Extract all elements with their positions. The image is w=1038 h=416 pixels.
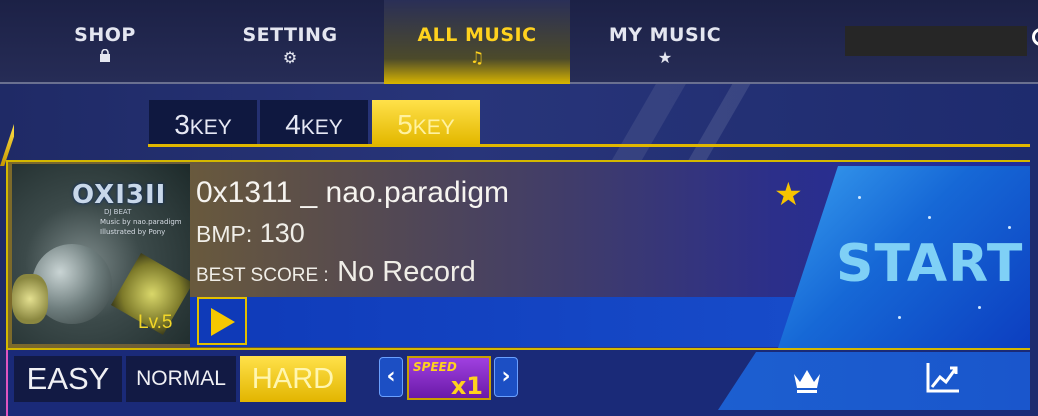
tab-label: ALL MUSIC — [417, 24, 537, 46]
sparkle — [858, 196, 861, 199]
chevron-right-icon: › — [501, 364, 511, 389]
best-score-label: BEST SCORE : — [196, 265, 329, 286]
star-icon: ★ — [657, 48, 673, 67]
music-note-icon: ♫ — [469, 48, 485, 67]
favorite-star-icon[interactable]: ★ — [774, 178, 803, 210]
speed-increase-button[interactable]: › — [494, 357, 518, 397]
key-label: KEY — [300, 116, 343, 139]
play-icon — [211, 308, 235, 336]
top-nav: SHOP SETTING ⚙ ALL MUSIC ♫ MY MUSIC ★ — [0, 0, 1038, 84]
tab-my-music[interactable]: MY MUSIC ★ — [598, 0, 732, 84]
tab-shop[interactable]: SHOP — [40, 0, 170, 84]
stats-chart-icon[interactable] — [924, 360, 962, 396]
jacket-credit-illust: Illustrated by Pony — [100, 228, 166, 236]
sparkle — [898, 316, 901, 319]
bmp-value: 130 — [259, 218, 305, 248]
difficulty-hard[interactable]: HARD — [240, 356, 346, 402]
shopping-bag-icon — [40, 48, 170, 67]
difficulty-easy[interactable]: EASY — [14, 356, 122, 402]
gear-icon: ⚙ — [282, 48, 298, 67]
tab-5key[interactable]: 5KEY — [372, 100, 480, 144]
crown-icon[interactable] — [790, 362, 824, 396]
profile-box[interactable] — [845, 26, 1027, 56]
corner-circle-icon[interactable] — [1032, 28, 1038, 46]
bmp-label: BMP: — [196, 221, 253, 247]
bmp-row: BMP: 130 — [196, 218, 305, 249]
preview-play-button[interactable] — [197, 297, 247, 345]
rank-panel — [718, 352, 1030, 410]
key-number: 5 — [397, 109, 413, 140]
speed-decrease-button[interactable]: ‹ — [379, 357, 403, 397]
tab-3key[interactable]: 3KEY — [149, 100, 257, 144]
sparkle — [928, 216, 931, 219]
song-title: 0x1311 _ nao.paradigm — [196, 176, 510, 209]
tab-label: SETTING — [242, 24, 338, 46]
key-tabs-underline — [148, 144, 1030, 147]
jacket-subtitle: DJ BEAT — [104, 208, 132, 216]
chevron-left-icon: ‹ — [386, 364, 396, 389]
jacket-title: OXI3II — [72, 180, 167, 210]
tab-label: MY MUSIC — [608, 24, 722, 46]
best-score-value: No Record — [337, 256, 476, 288]
jacket-art — [12, 274, 48, 324]
sparkle — [978, 306, 981, 309]
tab-all-music[interactable]: ALL MUSIC ♫ — [384, 0, 570, 84]
best-score-row: BEST SCORE : No Record — [196, 256, 476, 289]
tab-setting[interactable]: SETTING ⚙ — [225, 0, 355, 84]
key-label: KEY — [189, 116, 232, 139]
tab-4key[interactable]: 4KEY — [260, 100, 368, 144]
difficulty-normal[interactable]: NORMAL — [126, 356, 236, 402]
album-jacket: OXI3II DJ BEAT Music by nao.paradigm Ill… — [12, 164, 190, 344]
jacket-credit-music: Music by nao.paradigm — [100, 218, 182, 226]
key-number: 3 — [174, 109, 190, 140]
tab-label: SHOP — [74, 24, 136, 46]
level-badge: Lv.5 — [138, 312, 173, 333]
speed-value: x1 — [450, 372, 483, 400]
sparkle — [1008, 226, 1011, 229]
key-number: 4 — [285, 109, 301, 140]
speed-display: SPEED x1 — [407, 356, 491, 400]
start-label: START — [836, 234, 1024, 294]
key-label: KEY — [412, 116, 455, 139]
